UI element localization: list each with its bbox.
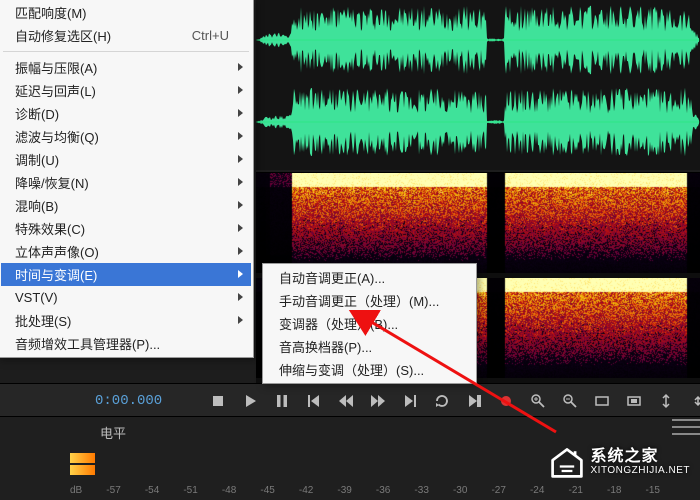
submenu-item-0[interactable]: 自动音调更正(A)...: [265, 266, 474, 289]
prev-button[interactable]: [300, 389, 328, 413]
effects-menu[interactable]: 匹配响度(M)自动修复选区(H)Ctrl+U 振幅与压限(A)延迟与回声(L)诊断…: [0, 0, 254, 358]
menu-item-13[interactable]: VST(V): [1, 286, 251, 309]
submenu-item-1[interactable]: 手动音调更正（处理）(M)...: [265, 289, 474, 312]
menu-item-4[interactable]: 延迟与回声(L): [1, 79, 251, 102]
loop-button[interactable]: [428, 389, 456, 413]
zoom-full-button[interactable]: [588, 389, 616, 413]
menu-item-8[interactable]: 降噪/恢复(N): [1, 171, 251, 194]
waveform-channel-right[interactable]: [256, 82, 700, 162]
fwd-button[interactable]: [364, 389, 392, 413]
levels-title: 电平: [100, 423, 126, 442]
menu-item-9[interactable]: 混响(B): [1, 194, 251, 217]
watermark: 系统之家 XITONGZHIJIA.NET: [549, 444, 691, 480]
submenu-item-3[interactable]: 音高换档器(P)...: [265, 335, 474, 358]
pause-button[interactable]: [268, 389, 296, 413]
play-button[interactable]: [236, 389, 264, 413]
menu-item-1[interactable]: 自动修复选区(H)Ctrl+U: [1, 24, 251, 47]
transport-bar[interactable]: 0:00.000: [0, 383, 700, 417]
time-display: 0:00.000: [95, 393, 162, 409]
time-and-pitch-submenu[interactable]: 自动音调更正(A)...手动音调更正（处理）(M)...变调器（处理）(B)..…: [262, 263, 477, 384]
menu-item-5[interactable]: 诊断(D): [1, 102, 251, 125]
menu-item-7[interactable]: 调制(U): [1, 148, 251, 171]
hamburger-icon[interactable]: [672, 419, 700, 435]
record-button[interactable]: [492, 389, 520, 413]
level-bar-right: [70, 465, 95, 475]
rew-button[interactable]: [332, 389, 360, 413]
zoom-sel-button[interactable]: [620, 389, 648, 413]
menu-item-0[interactable]: 匹配响度(M): [1, 1, 251, 24]
submenu-item-2[interactable]: 变调器（处理）(B)...: [265, 312, 474, 335]
watermark-text: 系统之家: [591, 448, 691, 466]
waveform-panel[interactable]: [256, 0, 700, 170]
skip-button[interactable]: [460, 389, 488, 413]
menu-item-3[interactable]: 振幅与压限(A): [1, 56, 251, 79]
menu-item-10[interactable]: 特殊效果(C): [1, 217, 251, 240]
watermark-url: XITONGZHIJIA.NET: [591, 465, 691, 476]
zoom-in-button[interactable]: [524, 389, 552, 413]
submenu-item-4[interactable]: 伸缩与变调（处理）(S)...: [265, 358, 474, 381]
menu-item-12[interactable]: 时间与变调(E): [1, 263, 251, 286]
waveform-channel-left[interactable]: [256, 0, 700, 80]
stop-button[interactable]: [204, 389, 232, 413]
level-bar-left: [70, 453, 95, 463]
levels-scale: dB-57-54-51-48-45-42-39-36-33-30-27-24-2…: [70, 485, 660, 496]
zoom-buttons: [522, 389, 700, 413]
next-button[interactable]: [396, 389, 424, 413]
transport-buttons: [202, 389, 522, 413]
menu-item-6[interactable]: 滤波与均衡(Q): [1, 125, 251, 148]
zoom-out-button[interactable]: [556, 389, 584, 413]
house-icon: [549, 444, 585, 480]
menu-item-14[interactable]: 批处理(S): [1, 309, 251, 332]
spectrogram-channel-left: [256, 173, 700, 273]
zoom-in-v-button[interactable]: [652, 389, 680, 413]
menu-item-11[interactable]: 立体声声像(O): [1, 240, 251, 263]
menu-item-15[interactable]: 音频增效工具管理器(P)...: [1, 332, 251, 355]
zoom-out-v-button[interactable]: [684, 389, 700, 413]
